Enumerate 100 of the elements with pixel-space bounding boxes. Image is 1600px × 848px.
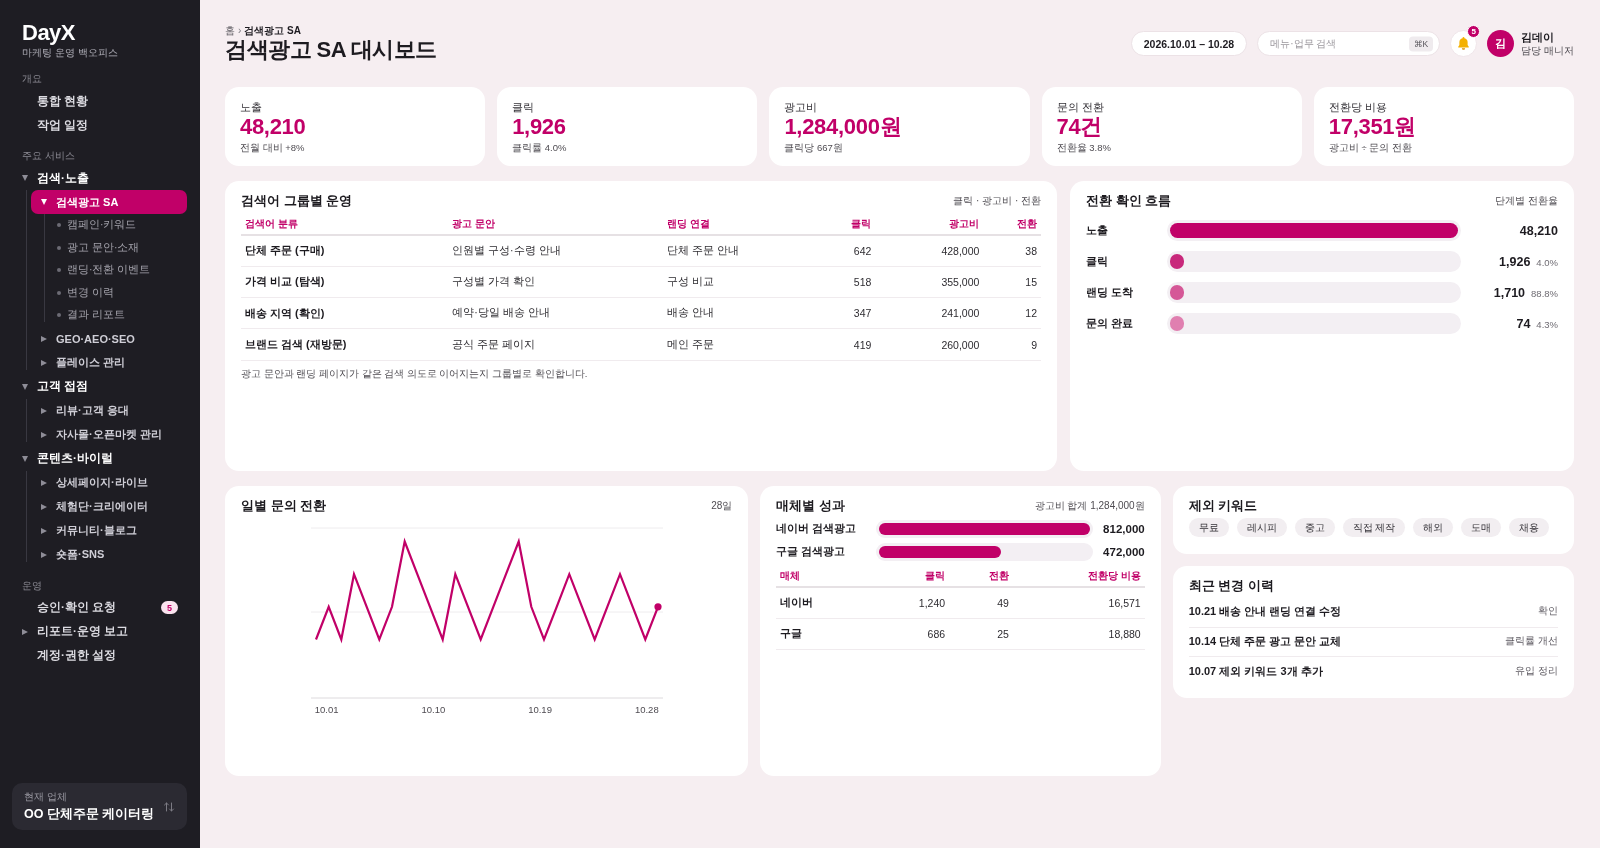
nav-item[interactable]: 리뷰·고객 응대 [31,398,187,423]
nav-item[interactable]: 캠페인·키워드 [47,214,187,237]
breadcrumb-current[interactable]: 검색광고 SA [244,24,301,37]
change-entry: 10.07 제외 키워드 3개 추가 [1188,663,1323,679]
nav-item[interactable]: 자사몰·오픈마켓 관리 [31,422,187,447]
keyword-tag: 중고 [1294,518,1335,537]
table-cell: 배송 안내 [663,297,800,329]
table-cell: 260,000 [875,328,984,361]
funnel-step-label: 노출 [1086,223,1108,238]
keyword-tag: 도매 [1461,518,1502,537]
table-cell: 구성 비교 [663,266,800,298]
shortcut-badge: ⌘K [1409,36,1434,51]
kpi-label: 문의 전환 [1056,100,1104,114]
bar-value: 472,000 [1103,545,1145,558]
nav-item[interactable]: 결과 리포트 [47,304,187,327]
table-cell: 642 [799,235,876,267]
nav-item[interactable]: 작업 일정 [12,113,187,137]
table-cell: 1,240 [886,587,950,618]
breadcrumb-link[interactable]: 홈 [225,24,235,37]
funnel-rate: 88.8% [1531,287,1558,299]
nav-item[interactable]: 검색광고 SA [31,190,187,214]
change-result: 유입 정리 [1515,664,1558,678]
column-header: 검색어 분류 [241,213,449,235]
table-cell: 인원별 구성·수령 안내 [448,235,664,267]
nav-item[interactable]: 리포트·운영 보고 [12,619,187,644]
column-header: 클릭 [886,565,950,587]
column-header: 클릭 [799,213,876,235]
funnel-rate: 4.3% [1536,318,1558,330]
card-caption: 28일 [711,499,733,513]
kpi-note: 전월 대비 +8% [240,141,305,154]
funnel-value: 74 [1516,316,1531,331]
kpi-note: 클릭률 4.0% [512,141,567,154]
table-cell: 38 [983,235,1041,267]
user-name: 김데이 [1521,30,1555,44]
nav-item[interactable]: 플레이스 관리 [31,350,187,375]
bullet-icon [57,245,61,250]
funnel-rate: 4.0% [1536,256,1558,268]
nav-item[interactable]: GEO·AEO·SEO [31,326,187,351]
keyword-tag: 레시피 [1236,518,1287,537]
date-range-button[interactable]: 2026.10.01 – 10.28 [1130,31,1248,56]
table-cell: 9 [983,328,1041,361]
table-cell: 18,880 [1012,618,1145,649]
keyword-tag: 무료 [1188,518,1229,537]
kpi-value: 1,284,000원 [784,114,902,140]
nav-item[interactable]: 변경 이력 [47,281,187,304]
bar-label: 네이버 검색광고 [776,521,857,536]
nav-item[interactable]: 통합 현황 [12,89,187,113]
table-cell: 구글 [776,618,887,649]
nav-item[interactable]: 숏폼·SNS [31,542,187,567]
column-header: 랜딩 연결 [663,213,800,235]
change-entry: 10.21 배송 안내 랜딩 연결 수정 [1188,604,1342,620]
brand-subtitle: 마케팅 운영 백오피스 [22,46,118,60]
column-header: 전환 [983,213,1041,235]
nav-item[interactable]: 계정·권한 설정 [12,643,187,668]
table-cell: 25 [949,618,1013,649]
nav-item[interactable]: 상세페이지·라이브 [31,470,187,495]
user-avatar[interactable]: 김 [1487,30,1515,57]
nav-item[interactable]: 광고 문안·소재 [47,236,187,259]
keyword-tag: 해외 [1413,518,1454,537]
nav-item[interactable]: 승인·확인 요청 5 [12,595,187,620]
axis-label: 10.10 [421,704,446,716]
funnel-step-label: 클릭 [1086,254,1108,269]
kpi-label: 광고비 [784,100,818,114]
workspace-selector[interactable]: 현재 업체 OO 단체주문 케이터링 [12,783,187,830]
table-cell: 686 [886,618,950,649]
bullet-icon [57,313,61,318]
nav-item[interactable]: 고객 접점 [12,374,187,399]
table-cell: 12 [983,297,1041,329]
keyword-tag: 직접 제작 [1342,518,1406,537]
change-result: 클릭률 개선 [1505,635,1558,649]
table-cell: 355,000 [875,266,984,298]
kpi-note: 전환율 3.8% [1056,141,1111,154]
bell-icon [1458,37,1470,50]
notification-badge: 5 [1467,25,1481,38]
funnel-step-label: 문의 완료 [1086,316,1134,331]
funnel-value: 1,926 [1499,254,1531,269]
breadcrumb-separator: › [238,24,242,37]
bullet-icon [57,290,61,295]
table-cell: 16,571 [1012,587,1145,618]
nav-item[interactable]: 콘텐츠·바이럴 [12,446,187,471]
funnel-value: 48,210 [1519,223,1558,238]
card-caption: 단계별 전환율 [1495,194,1558,208]
card-title: 전환 확인 흐름 [1086,193,1172,209]
kpi-label: 전환당 비용 [1328,100,1387,114]
nav-item[interactable]: 랜딩·전환 이벤트 [47,259,187,282]
card-title: 일별 문의 전환 [241,498,327,514]
nav-item[interactable]: 검색·노출 [12,166,187,190]
kpi-value: 48,210 [240,114,306,140]
table-cell: 419 [799,328,876,361]
nav-item[interactable]: 커뮤니티·블로그 [31,518,187,543]
table-cell: 단체 주문 안내 [663,235,800,267]
kpi-value: 1,926 [512,114,566,140]
nav-section-label: 개요 [22,72,42,86]
table-footnote: 광고 문안과 랜딩 페이지가 같은 검색 의도로 이어지는지 그룹별로 확인합니다. [241,367,588,380]
table-cell: 518 [799,266,876,298]
nav-item[interactable]: 체험단·크리에이터 [31,494,187,519]
table-cell: 구성별 가격 확인 [448,266,664,298]
kpi-label: 클릭 [512,100,535,114]
funnel-value: 1,710 [1493,285,1526,300]
change-result: 확인 [1538,605,1558,619]
